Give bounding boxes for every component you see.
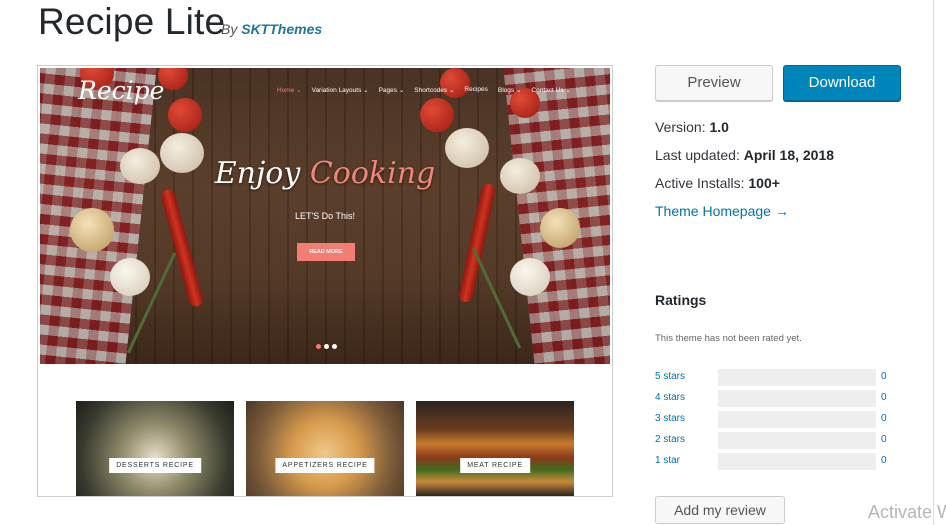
rating-count: 0 — [881, 434, 887, 445]
rating-label-link[interactable]: 4 stars — [655, 392, 685, 403]
byline-prefix: By — [221, 21, 238, 37]
preview-subline: LET'S Do This! — [294, 211, 356, 221]
rating-label-link[interactable]: 5 stars — [655, 371, 685, 382]
slider-dot — [324, 344, 329, 349]
add-review-button[interactable]: Add my review — [655, 496, 785, 524]
garlic-image — [110, 258, 150, 296]
theme-screenshot: Recipe Home ⌄ Variation Layouts ⌄ Pages … — [37, 65, 613, 497]
last-updated-value: April 18, 2018 — [743, 147, 835, 163]
tomato-image — [168, 98, 202, 132]
last-updated-label: Last updated: — [655, 147, 740, 163]
download-button[interactable]: Download — [783, 65, 901, 101]
recipe-card-appetizers: APPETIZERS RECIPE — [246, 401, 404, 496]
preview-button[interactable]: Preview — [655, 65, 773, 101]
ratings-note: This theme has not been rated yet. — [655, 333, 802, 344]
rating-bar — [718, 369, 876, 386]
preview-read-more-button: READ MORE — [297, 243, 355, 261]
rating-row-3: 3 stars 0 — [655, 411, 895, 429]
active-installs-label: Active Installs: — [655, 175, 745, 191]
chili-image — [159, 188, 205, 308]
active-installs-value: 100+ — [748, 175, 780, 191]
recipe-card-label: DESSERTS RECIPE — [109, 458, 201, 473]
rating-bar — [718, 411, 876, 428]
recipe-card-meat: MEAT RECIPE — [416, 401, 574, 496]
preview-nav-pages: Pages ⌄ — [378, 87, 405, 94]
preview-nav-blogs: Blogs ⌄ — [497, 87, 522, 94]
rating-label-link[interactable]: 3 stars — [655, 413, 685, 424]
rating-count: 0 — [881, 455, 887, 466]
rating-row-5: 5 stars 0 — [655, 369, 895, 387]
activate-windows-watermark: Activate W — [868, 502, 946, 522]
slider-dots — [316, 344, 337, 349]
author-link[interactable]: SKTThemes — [241, 21, 322, 37]
preview-nav: Home ⌄ Variation Layouts ⌄ Pages ⌄ Short… — [277, 86, 571, 94]
rating-count: 0 — [881, 392, 887, 403]
preview-nav-contact: Contact Us ⌄ — [531, 87, 571, 94]
preview-nav-variation-layouts: Variation Layouts ⌄ — [311, 87, 369, 94]
rating-label-link[interactable]: 1 star — [655, 455, 680, 466]
slider-dot — [332, 344, 337, 349]
slider-dot — [316, 344, 321, 349]
preview-nav-recipes: Recipes — [464, 86, 488, 93]
theme-byline: By SKTThemes — [221, 21, 322, 37]
preview-nav-shortcodes: Shortcodes ⌄ — [414, 87, 455, 94]
preview-recipe-cards: DESSERTS RECIPE APPETIZERS RECIPE MEAT R… — [76, 401, 574, 496]
headline-part-2: Cooking — [309, 156, 436, 191]
rating-row-1: 1 star 0 — [655, 453, 895, 471]
ratings-heading: Ratings — [655, 292, 707, 308]
active-installs-info: Active Installs: 100+ — [655, 175, 780, 191]
version-value: 1.0 — [709, 119, 729, 135]
preview-logo: Recipe — [78, 76, 165, 105]
rating-row-4: 4 stars 0 — [655, 390, 895, 408]
last-updated-info: Last updated: April 18, 2018 — [655, 147, 834, 163]
rating-bar — [718, 390, 876, 407]
headline-part-1: Enjoy — [214, 156, 301, 191]
preview-headline: Enjoy Cooking — [40, 156, 610, 191]
rating-bar — [718, 432, 876, 449]
theme-title: Recipe Lite — [38, 1, 226, 42]
theme-homepage-link[interactable]: Theme Homepage → — [655, 203, 789, 219]
version-label: Version: — [655, 119, 706, 135]
rating-count: 0 — [881, 413, 887, 424]
version-info: Version: 1.0 — [655, 119, 729, 135]
preview-nav-home: Home ⌄ — [277, 87, 302, 94]
rating-row-2: 2 stars 0 — [655, 432, 895, 450]
recipe-card-desserts: DESSERTS RECIPE — [76, 401, 234, 496]
garlic-image — [510, 258, 550, 296]
rating-count: 0 — [881, 371, 887, 382]
hero-banner: Recipe Home ⌄ Variation Layouts ⌄ Pages … — [40, 68, 610, 364]
window-edge — [933, 0, 946, 525]
recipe-card-label: MEAT RECIPE — [460, 458, 530, 473]
rating-bar — [718, 453, 876, 470]
herb-image — [471, 247, 522, 349]
recipe-card-label: APPETIZERS RECIPE — [275, 458, 375, 473]
tomato-image — [420, 98, 454, 132]
rating-label-link[interactable]: 2 stars — [655, 434, 685, 445]
